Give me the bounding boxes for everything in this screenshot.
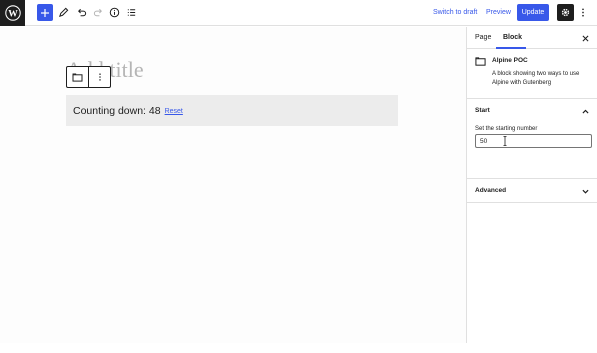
block-description: A block showing two ways to use Alpine w… (492, 71, 580, 86)
block-card: Alpine POC A block showing two ways to u… (467, 49, 597, 99)
editor-header: W Switch to draft Preview Update (0, 0, 597, 26)
redo-icon (93, 8, 102, 17)
advanced-panel-toggle[interactable]: Advanced (475, 187, 506, 194)
more-vertical-icon (98, 73, 101, 81)
block-rectangle-icon (475, 57, 486, 66)
starting-number-input[interactable] (475, 134, 592, 148)
more-vertical-icon (582, 8, 584, 17)
update-button[interactable]: Update (517, 4, 549, 21)
alpine-countdown-block[interactable]: Counting down: 48 Reset (66, 95, 398, 126)
list-view-button[interactable] (123, 4, 139, 21)
text-cursor-icon (503, 136, 507, 146)
reset-link[interactable]: Reset (165, 108, 183, 115)
block-name: Alpine POC (492, 57, 528, 64)
settings-sidebar: Page Block Alpine POC A block showing tw… (466, 27, 597, 343)
tab-block[interactable]: Block (503, 27, 522, 49)
block-toolbar (66, 66, 111, 88)
chevron-up-icon (581, 109, 589, 113)
block-editor: W Switch to draft Preview Update title C… (0, 0, 597, 353)
block-type-button[interactable] (67, 67, 88, 87)
wordpress-icon: W (4, 5, 21, 21)
undo-icon (77, 8, 86, 17)
start-panel: Start Set the starting number (467, 99, 597, 179)
pencil-icon (58, 7, 68, 17)
editor-canvas: Add title Counting down: 48 Reset (0, 27, 466, 343)
block-options-button[interactable] (88, 67, 110, 87)
start-panel-toggle[interactable]: Start (475, 107, 490, 114)
svg-text:W: W (8, 8, 18, 19)
plus-icon (41, 8, 49, 17)
preview-button[interactable]: Preview (486, 0, 511, 26)
close-sidebar-button[interactable] (580, 33, 590, 43)
advanced-panel-chevron[interactable] (581, 187, 589, 195)
block-rectangle-icon (72, 72, 83, 82)
starting-number-label: Set the starting number (475, 126, 538, 132)
update-button-label: Update (521, 9, 545, 16)
wordpress-logo-button[interactable]: W (0, 0, 25, 26)
sidebar-tabs: Page Block (467, 27, 597, 49)
details-button[interactable] (106, 4, 122, 21)
advanced-panel[interactable]: Advanced (467, 179, 597, 203)
info-icon (109, 7, 119, 18)
undo-button[interactable] (73, 4, 89, 21)
add-block-button[interactable] (37, 4, 53, 21)
tab-page[interactable]: Page (475, 27, 491, 49)
options-menu-button[interactable] (578, 4, 588, 21)
countdown-text: Counting down: 48 (73, 104, 161, 117)
gear-icon (561, 8, 570, 17)
redo-button[interactable] (90, 4, 106, 21)
tools-button[interactable] (55, 4, 71, 21)
settings-button[interactable] (557, 4, 574, 21)
close-icon (582, 35, 588, 41)
list-view-icon (127, 9, 135, 16)
start-panel-chevron[interactable] (581, 107, 589, 115)
chevron-down-icon (581, 189, 589, 194)
switch-to-draft-button[interactable]: Switch to draft (433, 0, 477, 26)
